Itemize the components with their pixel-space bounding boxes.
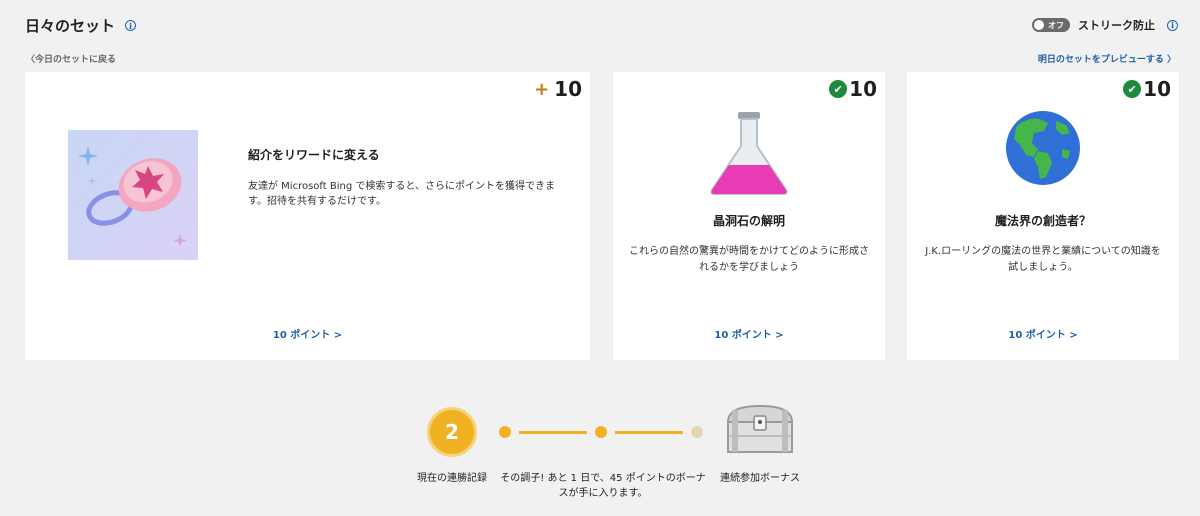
points-link[interactable]: 10 ポイント > xyxy=(907,326,1179,341)
card-description: これらの自然の驚異が時間をかけてどのように形成されるかを学びましょう xyxy=(629,246,869,273)
check-icon: ✔ xyxy=(829,80,848,98)
toggle-knob xyxy=(1034,20,1044,30)
progress-dot xyxy=(595,426,607,438)
chevron-left-icon: 〈 xyxy=(26,55,36,65)
card-title: 晶洞石の解明 xyxy=(712,214,785,228)
points-badge: ✔ 10 xyxy=(829,77,877,101)
back-to-today-link[interactable]: 〈今日のセットに戻る xyxy=(26,52,116,65)
plus-icon: + xyxy=(534,78,550,100)
preview-tomorrow-link[interactable]: 明日のセットをプレビューする 〉 xyxy=(1038,52,1176,65)
streak-tracker: 2 現在の連勝記録 その調子! あと 1 日で、45 ポイントのボーナスが手に入… xyxy=(0,400,1200,516)
page-title: 日々のセット xyxy=(25,17,116,35)
streak-progress-text: その調子! あと 1 日で、45 ポイントのボーナスが手に入ります。 xyxy=(500,473,706,499)
points-link[interactable]: 10 ポイント > xyxy=(613,326,885,341)
streak-count-badge: 2 xyxy=(427,407,477,457)
streak-protection-control: オフ ストリーク防止 i xyxy=(1032,17,1178,33)
wizarding-quiz-card[interactable]: ✔ 10 魔法界の創造者？ J.K.ローリングの魔法の世界と業績についての知識を… xyxy=(907,72,1179,360)
streak-info-icon[interactable]: i xyxy=(1167,19,1178,31)
progress-line xyxy=(615,431,683,434)
chevron-right-icon: 〉 xyxy=(1163,55,1176,65)
card-title: 魔法界の創造者？ xyxy=(994,214,1091,228)
referral-card[interactable]: + 10 紹介をリワードに変える 友達が Microsoft Bing で検索す… xyxy=(25,72,590,360)
geode-quiz-card[interactable]: ✔ 10 晶洞石の解明 これらの自然の驚異が時間をかけてどのように形成されるかを… xyxy=(613,72,885,360)
progress-dot xyxy=(499,426,511,438)
card-description: 友達が Microsoft Bing で検索すると、さらにポイントを獲得できます… xyxy=(248,181,555,207)
points-link[interactable]: 10 ポイント > xyxy=(25,326,590,341)
toggle-state-label: オフ xyxy=(1048,20,1064,30)
streak-protection-toggle[interactable]: オフ xyxy=(1032,18,1070,32)
treasure-chest-icon xyxy=(726,404,794,453)
streak-protection-label: ストリーク防止 xyxy=(1078,19,1155,32)
info-icon[interactable]: i xyxy=(125,20,137,31)
referral-coin-image xyxy=(68,130,198,260)
streak-bonus-label: 連続参加ボーナス xyxy=(720,473,800,484)
progress-line xyxy=(519,431,587,434)
globe-icon xyxy=(1006,111,1080,185)
card-description: J.K.ローリングの魔法の世界と業績についての知識を試しましょう。 xyxy=(925,246,1161,273)
points-badge: ✔ 10 xyxy=(1123,77,1171,101)
card-title: 紹介をリワードに変える xyxy=(248,148,380,162)
flask-icon xyxy=(710,112,788,195)
progress-dot-pending xyxy=(691,426,703,438)
points-badge: + 10 xyxy=(534,77,582,101)
check-icon: ✔ xyxy=(1123,80,1142,98)
